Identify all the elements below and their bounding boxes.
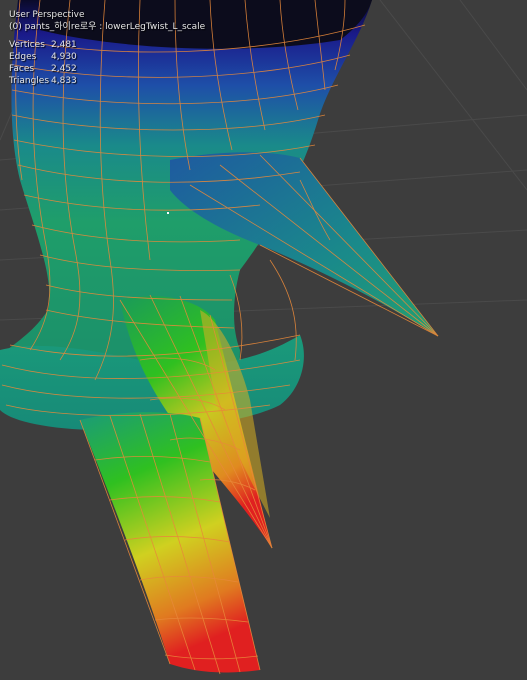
cursor-point — [167, 212, 169, 214]
stat-row: Faces 2,452 — [9, 63, 205, 75]
viewport-info-overlay: User Perspective (0) pants_하이re로우 : lowe… — [9, 9, 205, 87]
stat-row: Edges 4,930 — [9, 51, 205, 63]
stat-value: 2,481 — [51, 40, 77, 50]
view-name: User Perspective — [9, 10, 85, 20]
stat-value: 4,930 — [51, 52, 77, 62]
stat-row: Triangles 4,833 — [9, 75, 205, 87]
3d-viewport[interactable]: User Perspective (0) pants_하이re로우 : lowe… — [0, 0, 527, 680]
scene-statistics: Vertices 2,481 Edges 4,930 Faces 2,452 T… — [9, 39, 205, 87]
stat-row: Vertices 2,481 — [9, 39, 205, 51]
stat-value: 2,452 — [51, 64, 77, 74]
stat-value: 4,833 — [51, 76, 77, 86]
weight-paint-mesh[interactable] — [0, 0, 527, 680]
stat-label: Faces — [9, 64, 35, 74]
active-object-line: (0) pants_하이re로우 : lowerLegTwist_L_scale — [9, 22, 206, 32]
stat-label: Vertices — [9, 40, 45, 50]
stat-label: Edges — [9, 52, 37, 62]
stat-label: Triangles — [9, 76, 50, 86]
